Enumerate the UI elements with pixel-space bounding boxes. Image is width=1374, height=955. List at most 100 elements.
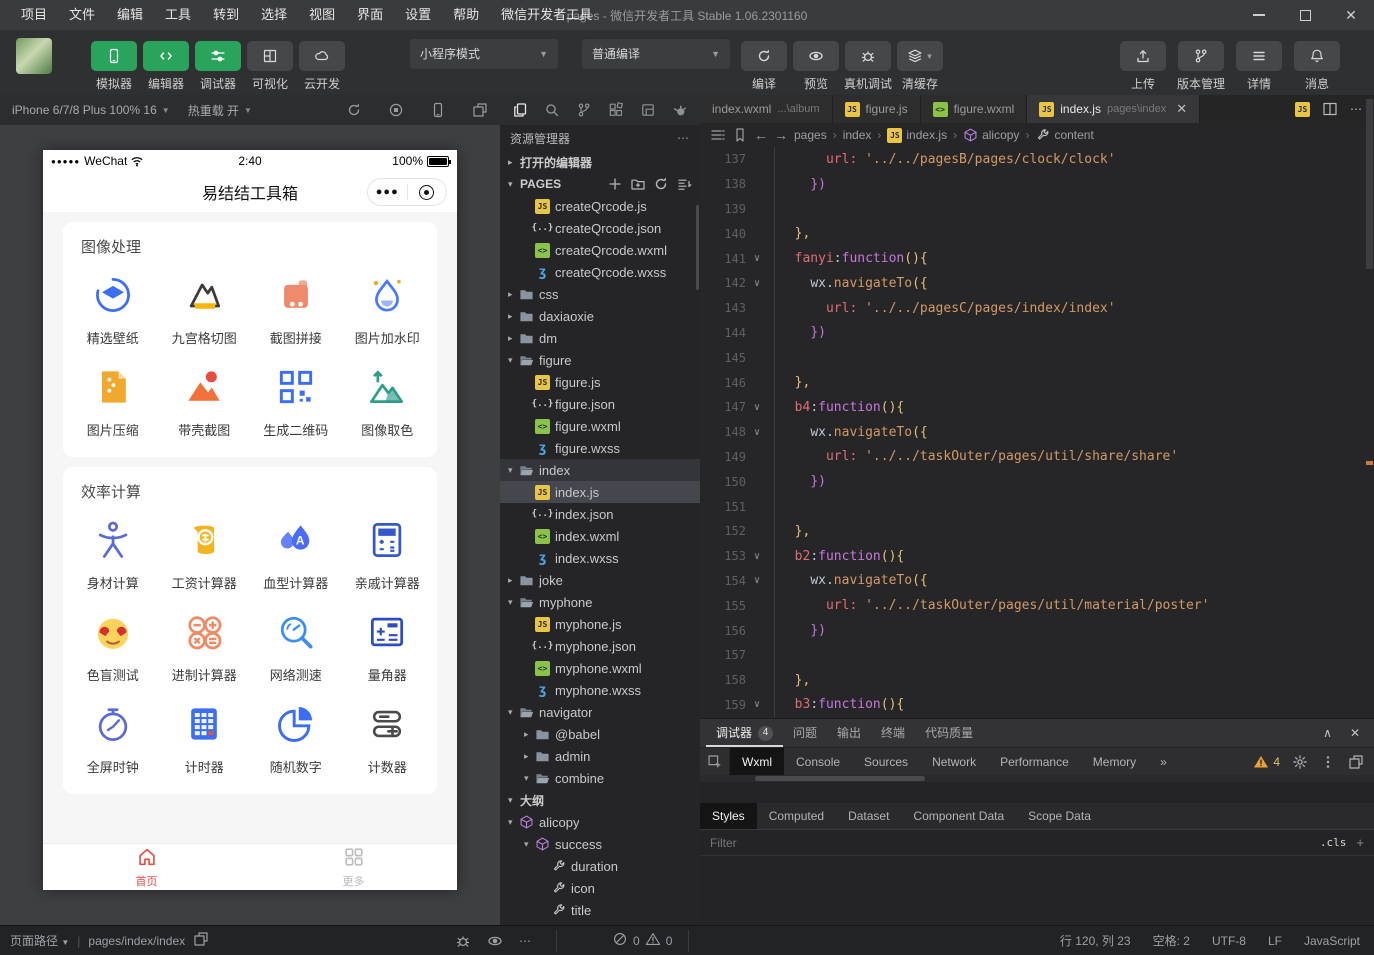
tree-item-@babel[interactable]: ▸ @babel (500, 723, 700, 745)
tool-计数器[interactable]: 计数器 (342, 692, 434, 784)
sim-record-button[interactable] (388, 102, 404, 118)
mode-select[interactable]: 小程序模式▼ (410, 39, 558, 69)
menu-微信开发者工具[interactable]: 微信开发者工具 (490, 0, 603, 30)
action-真机调试[interactable]: 真机调试 (842, 41, 894, 92)
tree-item-myphone.js[interactable]: JSmyphone.js (500, 613, 700, 635)
exit-button[interactable] (408, 185, 447, 200)
devtools-more-tabs[interactable]: » (1148, 748, 1179, 775)
tool-九宫格切图[interactable]: 九宫格切图 (159, 263, 251, 355)
tab-更多[interactable]: 更多 (250, 844, 457, 890)
tree-item-myphone[interactable]: ▾ myphone (500, 591, 700, 613)
debugger-tab-问题[interactable]: 问题 (783, 719, 827, 747)
action-预览[interactable]: 预览 (790, 41, 842, 92)
copy-path-icon[interactable] (193, 931, 209, 950)
styles-tab-Computed[interactable]: Computed (757, 803, 836, 829)
devtools-scrollbar[interactable] (700, 775, 1374, 782)
bookmark-icon[interactable] (732, 127, 748, 143)
debugger-tab-调试器[interactable]: 调试器4 (706, 719, 783, 747)
close-panel-button[interactable]: ✕ (1350, 726, 1360, 740)
styles-tab-Scope Data[interactable]: Scope Data (1016, 803, 1103, 829)
activity-squareS[interactable] (640, 102, 656, 118)
problem-counts[interactable]: 0 0 (612, 926, 672, 955)
warnings-indicator[interactable]: 4 (1253, 754, 1280, 770)
tool-图片压缩[interactable]: 图片压缩 (67, 355, 159, 447)
styles-tab-Styles[interactable]: Styles (700, 803, 757, 829)
hot-reload-toggle[interactable]: 热重载 开 (188, 102, 239, 119)
tree-item-title[interactable]: title (500, 899, 700, 921)
split-editor-button[interactable] (1322, 101, 1338, 117)
editor-tab-figure.wxml[interactable]: <> figure.wxml (921, 95, 1028, 123)
action-清缓存[interactable]: ▼ 清缓存 (894, 41, 946, 92)
editor-tab-index.wxml[interactable]: index.wxml ...\album (700, 95, 833, 123)
explorer-more-icon[interactable]: ⋯ (677, 131, 690, 145)
status-LF[interactable]: LF (1268, 934, 1282, 948)
status-行-120-列-23[interactable]: 行 120, 列 23 (1060, 932, 1131, 949)
compile-select[interactable]: 普通编译▼ (582, 39, 730, 69)
status-UTF-8[interactable]: UTF-8 (1212, 934, 1246, 948)
crumb-index[interactable]: index (843, 128, 872, 142)
tool-图片加水印[interactable]: 图片加水印 (342, 263, 434, 355)
tree-item-figure.js[interactable]: JSfigure.js (500, 371, 700, 393)
devtools-tab-Console[interactable]: Console (784, 748, 852, 775)
devtools-tab-Wxml[interactable]: Wxml (730, 748, 784, 775)
activity-teapot[interactable] (672, 102, 688, 118)
pages-refresh-button[interactable] (653, 176, 669, 192)
editor-tab-figure.js[interactable]: JS figure.js (833, 95, 921, 123)
inspect-element-button[interactable] (700, 748, 730, 775)
tree-item-index.wxml[interactable]: <>index.wxml (500, 525, 700, 547)
crumb-index.js[interactable]: JSindex.js (887, 128, 947, 143)
toggle-调试器[interactable]: 调试器 (192, 41, 244, 92)
activity-files[interactable] (512, 102, 528, 118)
tool-工资计算器[interactable]: 工资计算器 (159, 508, 251, 600)
tree-item-figure.wxml[interactable]: <>figure.wxml (500, 415, 700, 437)
menu-界面[interactable]: 界面 (346, 0, 394, 30)
tree-item-dm[interactable]: ▸ dm (500, 327, 700, 349)
devtools-tab-Sources[interactable]: Sources (852, 748, 920, 775)
outline-list-icon[interactable] (710, 127, 726, 143)
tree-item-index[interactable]: ▾ index (500, 459, 700, 481)
crumb-content[interactable]: content (1035, 128, 1093, 143)
nav-back-button[interactable]: ← (754, 127, 768, 143)
explorer-scrollbar[interactable] (696, 205, 699, 290)
tree-item-figure[interactable]: ▾ figure (500, 349, 700, 371)
debugger-tab-代码质量[interactable]: 代码质量 (915, 719, 983, 747)
debugger-tab-输出[interactable]: 输出 (827, 719, 871, 747)
debugger-tab-终端[interactable]: 终端 (871, 719, 915, 747)
tool-截图拼接[interactable]: 截图拼接 (250, 263, 342, 355)
activity-search[interactable] (544, 102, 560, 118)
devtools-tab-Performance[interactable]: Performance (988, 748, 1081, 775)
tree-item-duration[interactable]: duration (500, 855, 700, 877)
menu-项目[interactable]: 项目 (10, 0, 58, 30)
tree-item-createQrcode.wxss[interactable]: ʒcreateQrcode.wxss (500, 261, 700, 283)
tree-item-index.wxss[interactable]: ʒindex.wxss (500, 547, 700, 569)
activity-gitfork[interactable] (576, 102, 592, 118)
tree-item-admin[interactable]: ▸ admin (500, 745, 700, 767)
fold-chevron-icon[interactable]: ∨ (746, 699, 768, 710)
crumb-alicopy[interactable]: alicopy (963, 128, 1019, 143)
tree-item-figure.json[interactable]: {..}figure.json (500, 393, 700, 415)
cls-button[interactable]: .cls (1320, 836, 1347, 849)
sim-rotate-button[interactable] (346, 102, 362, 118)
tool-血型计算器[interactable]: A 血型计算器 (250, 508, 342, 600)
tool-量角器[interactable]: 量角器 (342, 600, 434, 692)
tool-进制计算器[interactable]: 进制计算器 (159, 600, 251, 692)
collapse-panel-button[interactable]: ∧ (1323, 726, 1332, 740)
pages-plus-button[interactable] (607, 176, 623, 192)
fold-chevron-icon[interactable]: ∨ (746, 278, 768, 289)
styles-tab-Component Data[interactable]: Component Data (901, 803, 1016, 829)
menu-转到[interactable]: 转到 (202, 0, 250, 30)
fold-chevron-icon[interactable]: ∨ (746, 253, 768, 264)
toggle-编辑器[interactable]: 编辑器 (140, 41, 192, 92)
tree-item-figure.wxss[interactable]: ʒfigure.wxss (500, 437, 700, 459)
nav-forward-button[interactable]: → (774, 127, 788, 143)
fold-chevron-icon[interactable]: ∨ (746, 551, 768, 562)
outline-section[interactable]: ▾ 大纲 (500, 789, 700, 811)
sim-phone-button[interactable] (430, 102, 446, 118)
code-editor[interactable]: 137 url: '../../pagesB/pages/clock/clock… (700, 147, 1374, 718)
action-版本管理[interactable]: 版本管理 (1172, 41, 1230, 92)
fold-chevron-icon[interactable]: ∨ (746, 427, 768, 438)
devtools-menu-button[interactable] (1320, 754, 1336, 770)
tree-item-joke[interactable]: ▸ joke (500, 569, 700, 591)
tree-item-css[interactable]: ▸ css (500, 283, 700, 305)
tool-随机数字[interactable]: 随机数字 (250, 692, 342, 784)
